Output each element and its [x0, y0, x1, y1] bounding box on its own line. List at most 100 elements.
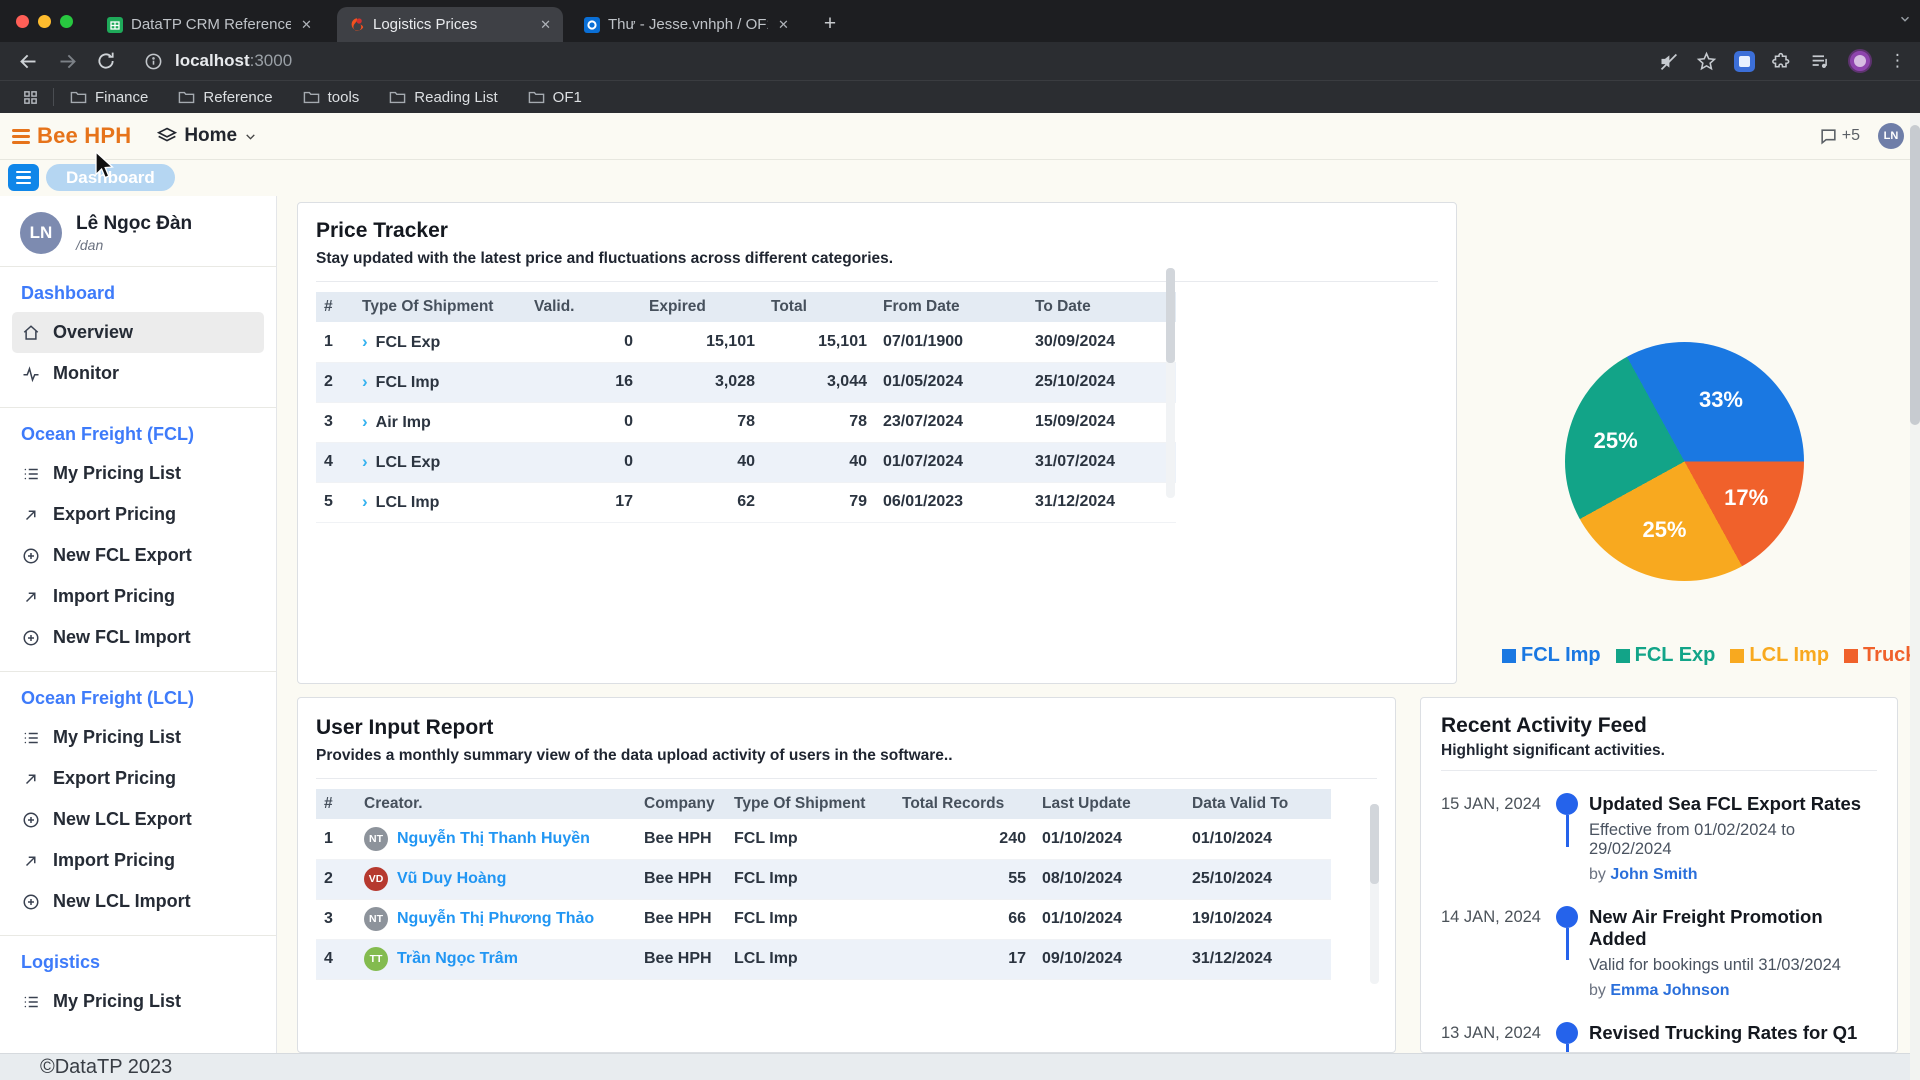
- plus-circle-icon: [22, 629, 40, 647]
- back-icon[interactable]: [18, 51, 39, 72]
- activity-item[interactable]: 13 JAN, 2024 Revised Trucking Rates for …: [1441, 1022, 1877, 1053]
- sidebar-item-fcl-my-pricing-list[interactable]: My Pricing List: [12, 453, 264, 494]
- pie-chart: 17%25%25%33%: [1565, 342, 1804, 581]
- mute-tab-icon[interactable]: [1658, 51, 1679, 72]
- table-row[interactable]: 1 ›FCL Exp 0 15,101 15,101 07/01/1900 30…: [316, 322, 1176, 362]
- maximize-window-button[interactable]: [60, 15, 73, 28]
- sidebar-section-logistics: Logistics My Pricing List: [0, 936, 276, 1035]
- activity-author-link[interactable]: Emma Johnson: [1610, 982, 1729, 999]
- sidebar-item-lcl-import-pricing[interactable]: Import Pricing: [12, 840, 264, 881]
- legend-label: FCL Imp: [1521, 644, 1601, 667]
- table-row[interactable]: 2 VDVũ Duy Hoàng Bee HPH FCL Imp 55 08/1…: [316, 859, 1331, 899]
- col-header: Total Records: [894, 789, 1034, 819]
- sidebar-item-monitor[interactable]: Monitor: [12, 353, 264, 394]
- browser-tab-logistics-active[interactable]: Logistics Prices ✕: [337, 7, 563, 42]
- mouse-cursor: [92, 150, 115, 181]
- creator-link[interactable]: Nguyễn Thị Phương Thảo: [397, 910, 594, 927]
- table-row[interactable]: 1 NTNguyễn Thị Thanh Huyền Bee HPH FCL I…: [316, 819, 1331, 859]
- tab-close-icon[interactable]: ✕: [299, 17, 314, 33]
- tab-close-icon[interactable]: ✕: [776, 17, 791, 33]
- pie-slice-label: 25%: [1642, 517, 1686, 543]
- table-scrollbar[interactable]: [1166, 268, 1175, 498]
- section-title: Ocean Freight (LCL): [12, 688, 264, 709]
- browser-tab-outlook[interactable]: Thư - Jesse.vnhph / OF1 - Ou ✕: [572, 7, 804, 42]
- address-bar[interactable]: localhost:3000: [175, 51, 292, 71]
- sidebar-item-new-lcl-export[interactable]: New LCL Export: [12, 799, 264, 840]
- user-handle: /dan: [76, 237, 192, 253]
- sidebar-item-new-fcl-import[interactable]: New FCL Import: [12, 617, 264, 658]
- arrow-up-right-icon: [22, 588, 40, 606]
- bookmark-star-icon[interactable]: [1696, 51, 1717, 72]
- header-user-avatar[interactable]: LN: [1878, 123, 1904, 149]
- collapse-sidebar-button[interactable]: [8, 164, 39, 191]
- table-scrollbar[interactable]: [1370, 804, 1379, 984]
- app-brand[interactable]: Bee HPH: [37, 123, 131, 149]
- legend-item[interactable]: LCL Imp: [1730, 644, 1829, 667]
- sidebar-user-card[interactable]: LN Lê Ngọc Đàn /dan: [0, 196, 276, 266]
- browser-menu-icon[interactable]: ⋮: [1889, 51, 1906, 71]
- col-header: Type Of Shipment: [354, 292, 526, 322]
- sidebar-item-lcl-export-pricing[interactable]: Export Pricing: [12, 758, 264, 799]
- creator-link[interactable]: Trần Ngọc Trâm: [397, 950, 518, 967]
- sidebar-item-fcl-import-pricing[interactable]: Import Pricing: [12, 576, 264, 617]
- legend-item[interactable]: FCL Imp: [1502, 644, 1601, 667]
- sidebar-item-logistics-my-pricing-list[interactable]: My Pricing List: [12, 981, 264, 1022]
- legend-item[interactable]: FCL Exp: [1616, 644, 1716, 667]
- site-info-icon[interactable]: [144, 52, 163, 71]
- creator-link[interactable]: Vũ Duy Hoàng: [397, 870, 506, 887]
- table-row[interactable]: 4 ›LCL Exp 0 40 40 01/07/2024 31/07/2024: [316, 442, 1176, 482]
- creator-link[interactable]: Nguyễn Thị Thanh Huyền: [397, 830, 590, 847]
- sidebar-item-overview[interactable]: Overview: [12, 312, 264, 353]
- reload-icon[interactable]: [96, 51, 116, 71]
- chat-notifications[interactable]: +5: [1819, 127, 1860, 146]
- expand-row-icon[interactable]: ›: [362, 332, 368, 351]
- url-host: localhost: [175, 51, 250, 70]
- activity-author-link[interactable]: John Smith: [1610, 866, 1697, 883]
- bookmark-folder-reading-list[interactable]: Reading List: [389, 89, 497, 106]
- close-window-button[interactable]: [16, 15, 29, 28]
- extensions-puzzle-icon[interactable]: [1772, 51, 1793, 72]
- browser-tab-sheets[interactable]: DataTP CRM Reference - Goo ✕: [95, 7, 329, 42]
- activity-item[interactable]: 15 JAN, 2024 Updated Sea FCL Export Rate…: [1441, 793, 1877, 884]
- sidebar-toggle-icon[interactable]: [12, 129, 30, 144]
- browser-profile-avatar[interactable]: [1848, 49, 1872, 73]
- page-scrollbar[interactable]: [1910, 113, 1920, 1080]
- sidebar-item-fcl-export-pricing[interactable]: Export Pricing: [12, 494, 264, 535]
- table-row[interactable]: 4 TTTrần Ngọc Trâm Bee HPH LCL Imp 17 09…: [316, 939, 1331, 979]
- bookmark-folder-finance[interactable]: Finance: [70, 89, 148, 106]
- sidebar-item-new-lcl-import[interactable]: New LCL Import: [12, 881, 264, 922]
- macos-window-controls[interactable]: [16, 15, 73, 28]
- expand-row-icon[interactable]: ›: [362, 452, 368, 471]
- activity-item[interactable]: 14 JAN, 2024 New Air Freight Promotion A…: [1441, 906, 1877, 1000]
- tab-title: DataTP CRM Reference - Goo: [131, 16, 291, 33]
- table-row[interactable]: 2 ›FCL Imp 16 3,028 3,044 01/05/2024 25/…: [316, 362, 1176, 402]
- home-menu[interactable]: Home: [157, 125, 257, 147]
- table-row[interactable]: 3 NTNguyễn Thị Phương Thảo Bee HPH FCL I…: [316, 899, 1331, 939]
- creator-avatar: TT: [364, 947, 388, 971]
- table-row[interactable]: 5 ›LCL Imp 17 62 79 06/01/2023 31/12/202…: [316, 482, 1176, 522]
- pinned-extension-icon[interactable]: [1734, 51, 1755, 72]
- bookmark-folder-of1[interactable]: OF1: [528, 89, 582, 106]
- bookmark-folder-reference[interactable]: Reference: [178, 89, 272, 106]
- tab-search-chevron-icon[interactable]: [1898, 12, 1912, 26]
- bookmark-folder-tools[interactable]: tools: [303, 89, 360, 106]
- forward-icon[interactable]: [57, 51, 78, 72]
- legend-swatch: [1730, 649, 1744, 663]
- expand-row-icon[interactable]: ›: [362, 492, 368, 511]
- apps-grid-icon[interactable]: [22, 89, 39, 106]
- minimize-window-button[interactable]: [38, 15, 51, 28]
- chat-badge: +5: [1842, 127, 1860, 145]
- table-row[interactable]: 3 ›Air Imp 0 78 78 23/07/2024 15/09/2024: [316, 402, 1176, 442]
- bookmark-label: OF1: [553, 89, 582, 106]
- sidebar-item-new-fcl-export[interactable]: New FCL Export: [12, 535, 264, 576]
- list-icon: [22, 993, 40, 1011]
- plus-circle-icon: [22, 547, 40, 565]
- sidebar-item-lcl-my-pricing-list[interactable]: My Pricing List: [12, 717, 264, 758]
- sidebar-item-label: New FCL Export: [53, 545, 192, 566]
- media-queue-icon[interactable]: [1810, 51, 1831, 72]
- expand-row-icon[interactable]: ›: [362, 412, 368, 431]
- expand-row-icon[interactable]: ›: [362, 372, 368, 391]
- tab-close-icon[interactable]: ✕: [538, 17, 553, 33]
- new-tab-button[interactable]: +: [816, 10, 844, 38]
- legend-item[interactable]: Truck: [1844, 644, 1916, 667]
